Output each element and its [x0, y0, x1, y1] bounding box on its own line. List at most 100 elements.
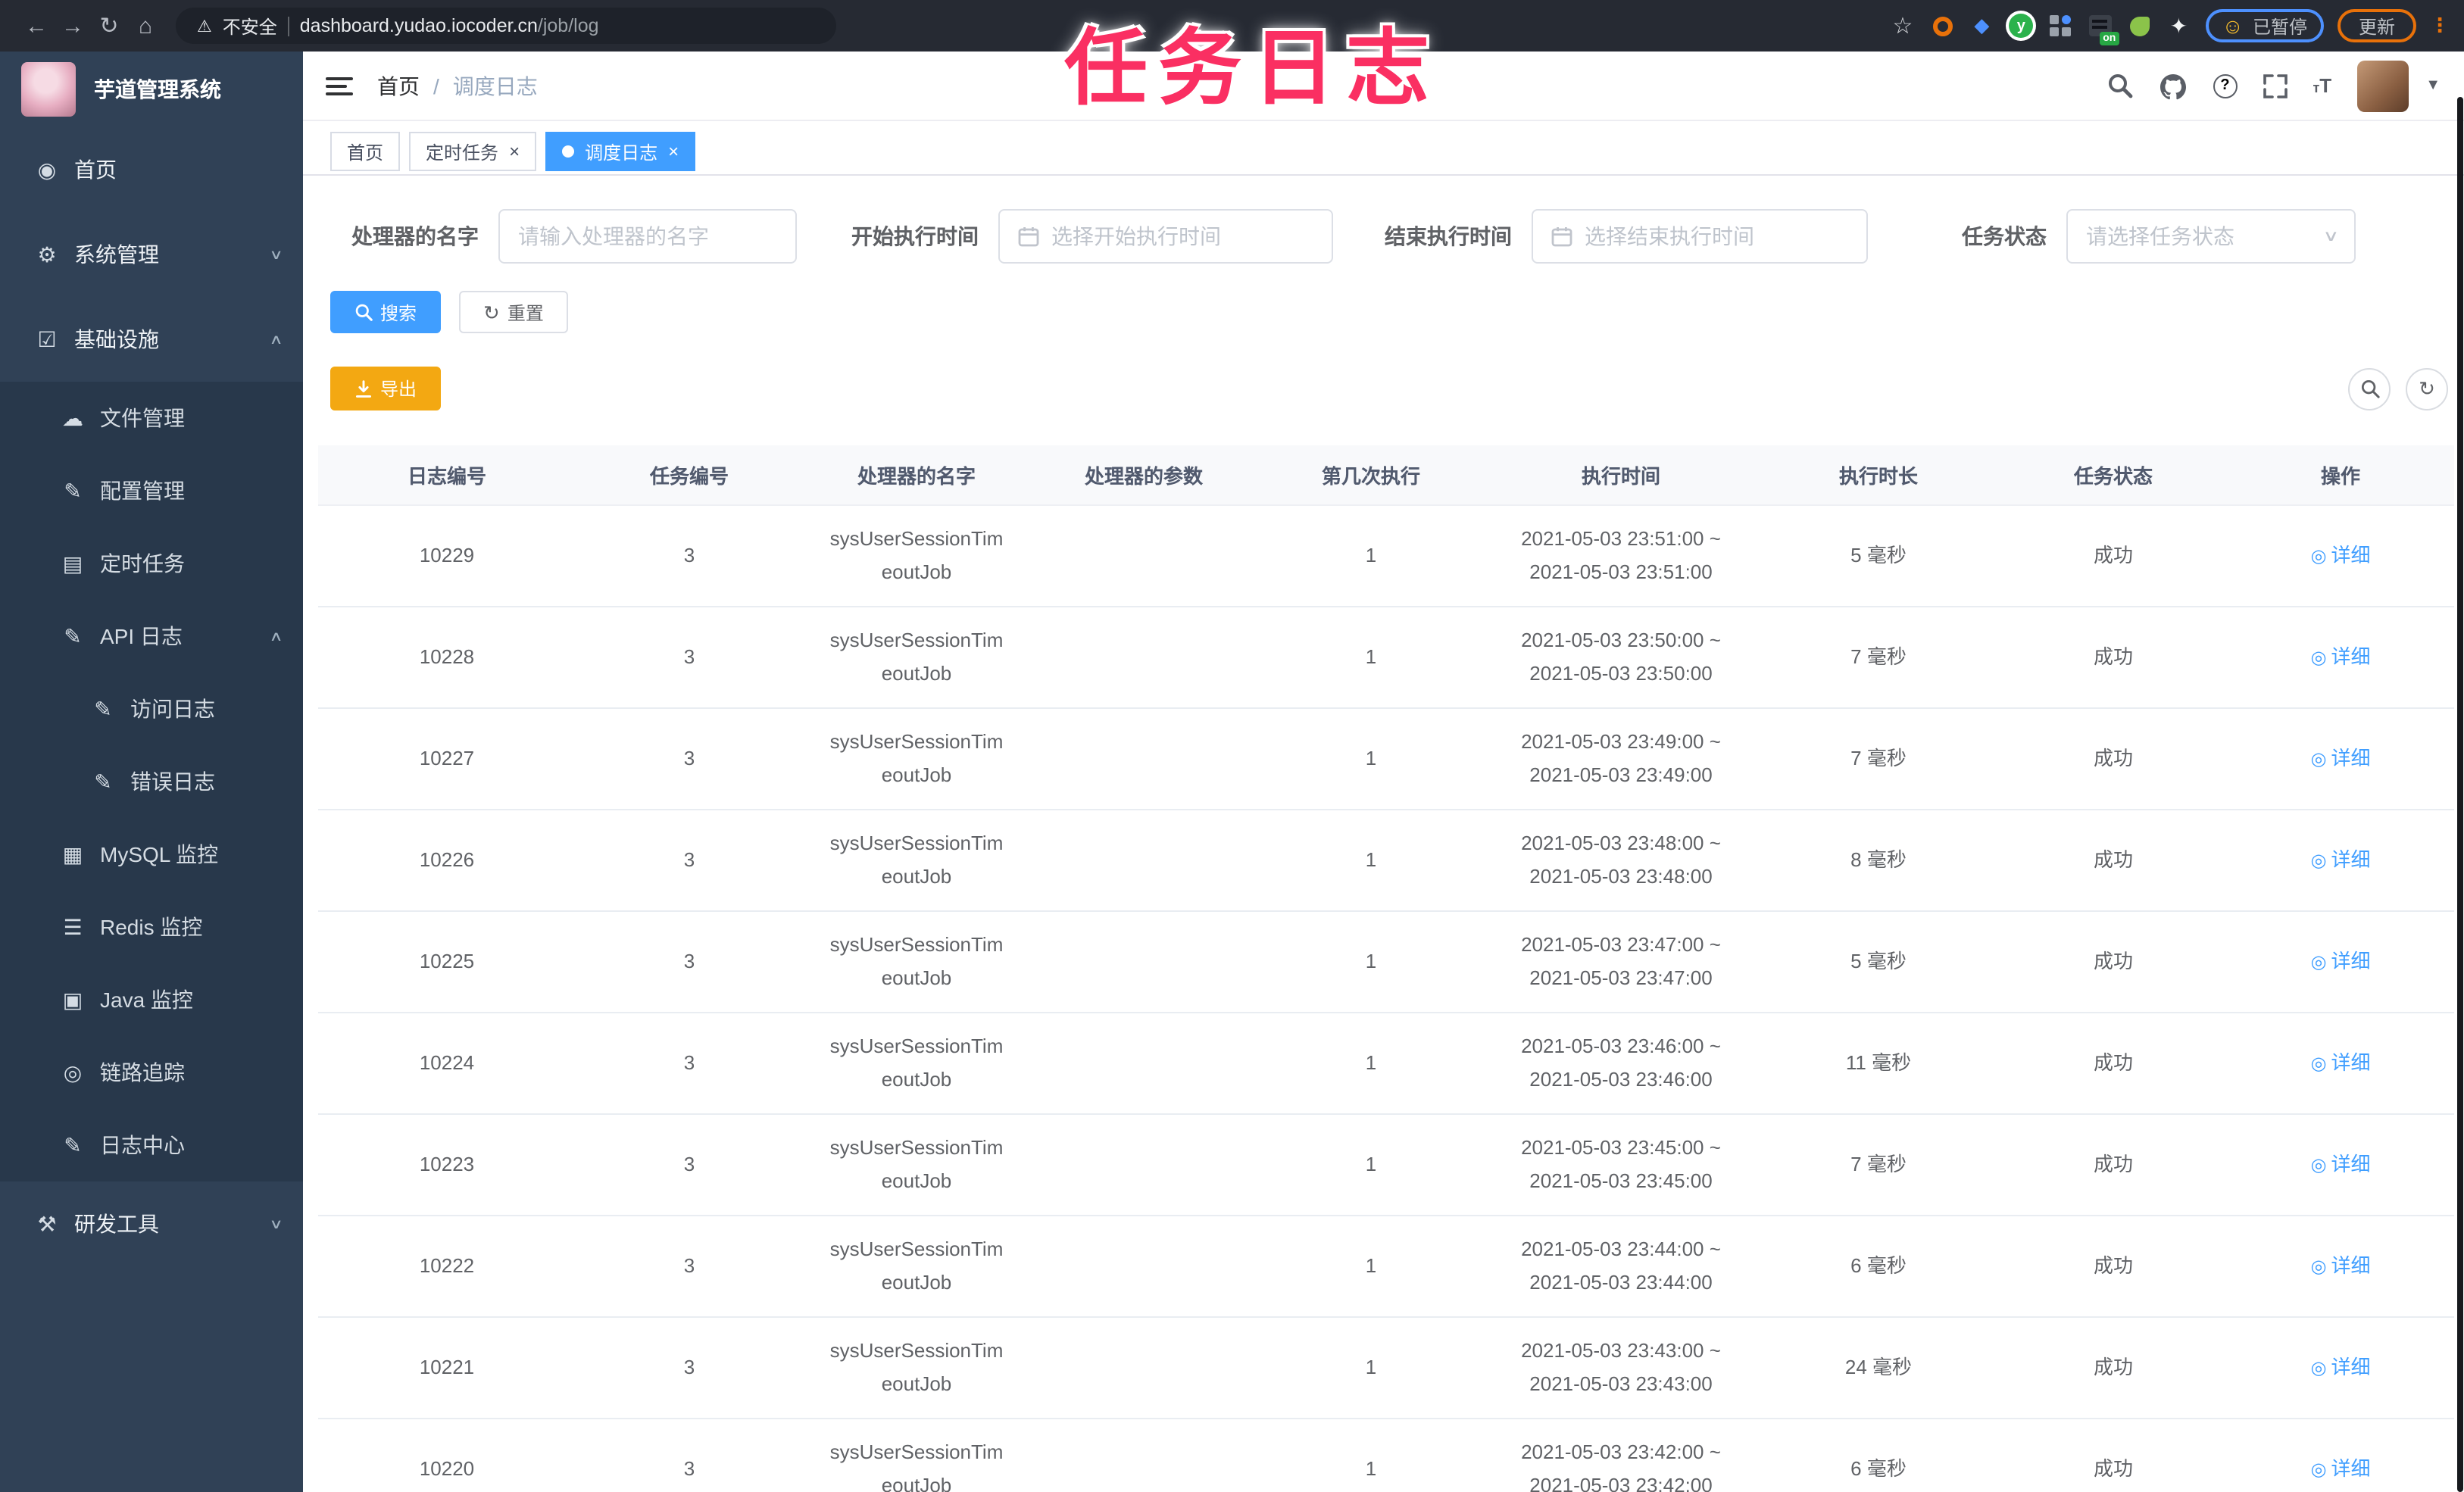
table-row: 10221 3 sysUserSessionTim eoutJob 1 2021-05-… — [318, 1318, 2454, 1419]
extension-grid-icon[interactable] — [2047, 13, 2073, 39]
screen-icon: ▣ — [62, 987, 83, 1011]
sidebar-item[interactable]: ⚙ 系统管理 ∨ — [0, 212, 303, 297]
tab-item[interactable]: 定时任务 × — [409, 132, 537, 171]
eye-icon: ◎ — [2310, 1255, 2327, 1277]
sidebar-item[interactable]: ◉ 首页 — [0, 127, 303, 212]
browser-update-button[interactable]: 更新 — [2337, 9, 2416, 42]
cell-exec-count: 1 — [1365, 1152, 1377, 1175]
detail-link[interactable]: ◎ 详细 — [2311, 742, 2371, 776]
edit-icon: ✎ — [94, 696, 112, 720]
detail-link[interactable]: ◎ 详细 — [2311, 1351, 2371, 1384]
paused-badge[interactable]: ☺ 已暂停 — [2205, 9, 2324, 42]
extension-on-icon[interactable]: on — [2087, 13, 2119, 45]
search-icon[interactable] — [2106, 73, 2132, 98]
export-button[interactable]: 导出 — [330, 367, 442, 410]
sidebar-item[interactable]: ☁ 文件管理 — [0, 382, 303, 454]
breadcrumb-separator: / — [433, 73, 439, 98]
user-avatar[interactable] — [2357, 60, 2409, 111]
sidebar-item[interactable]: ◎ 链路追踪 — [0, 1036, 303, 1109]
caret-down-icon[interactable]: ▼ — [2425, 77, 2441, 94]
refresh-table-button[interactable]: ↻ — [2406, 367, 2448, 410]
toggle-search-button[interactable] — [2348, 367, 2391, 410]
cell-exec-duration: 11 毫秒 — [1845, 1050, 1912, 1074]
job-log-table: 日志编号 任务编号 处理器的名字 处理器的参数 第几次执行 执行时间 执行时长 任务状态 操作 1… — [318, 445, 2454, 1492]
sidebar-item[interactable]: ✎ 访问日志 — [0, 673, 303, 745]
table-row: 10226 3 sysUserSessionTim eoutJob 1 2021-05-… — [318, 810, 2454, 912]
detail-link-label: 详细 — [2331, 1254, 2371, 1278]
hamburger-icon[interactable] — [326, 76, 353, 95]
extension-leaf-icon[interactable] — [2126, 13, 2152, 39]
calendar-icon — [1018, 226, 1039, 247]
sidebar-item[interactable]: ✎ 日志中心 — [0, 1109, 303, 1181]
detail-link[interactable]: ◎ 详细 — [2311, 945, 2371, 979]
sidebar-item[interactable]: ☰ Redis 监控 — [0, 891, 303, 963]
tab-close-icon[interactable]: × — [668, 142, 679, 161]
task-status-select[interactable]: 请选择任务状态 ∨ — [2066, 209, 2356, 264]
sidebar-item[interactable]: ☑ 基础设施 ∧ — [0, 297, 303, 382]
help-icon[interactable]: ? — [2213, 73, 2238, 98]
github-icon[interactable] — [2158, 72, 2187, 99]
extensions-puzzle-icon[interactable]: ✦ — [2166, 13, 2191, 39]
detail-link[interactable]: ◎ 详细 — [2311, 641, 2371, 674]
sidebar-menu: ◉ 首页 ⚙ 系统管理 ∨ ☑ 基础设施 ∧ ☁ 文件管理 ✎ 配置管理 ▤ 定时任务 ✎ API 日志 ∧ ✎ 访… — [0, 127, 303, 1266]
tab-close-icon[interactable]: × — [509, 142, 520, 161]
sidebar-item-label: 研发工具 — [74, 1212, 159, 1236]
browser-back-icon[interactable]: ← — [18, 13, 55, 39]
address-bar[interactable]: ⚠ 不安全 dashboard.yudao.iocoder.cn/job/log — [176, 8, 836, 44]
cell-handler-name: sysUserSessionTim eoutJob — [829, 1440, 1004, 1492]
sidebar-item[interactable]: ▤ 定时任务 — [0, 527, 303, 600]
sidebar-item[interactable]: ✎ 错误日志 — [0, 745, 303, 818]
browser-forward-icon[interactable]: → — [55, 13, 91, 39]
font-size-icon[interactable]: тT — [2313, 74, 2331, 97]
page-scrollbar[interactable] — [2457, 97, 2463, 1492]
extension-orange-icon[interactable] — [1929, 13, 1955, 39]
cell-operations: ◎ 详细 — [2227, 945, 2454, 979]
text-input[interactable] — [518, 224, 777, 248]
detail-link[interactable]: ◎ 详细 — [2311, 1250, 2371, 1283]
detail-link-label: 详细 — [2331, 1153, 2371, 1176]
chevron-down-icon: ∨ — [2322, 228, 2339, 245]
sidebar-item-label: MySQL 监控 — [100, 842, 219, 866]
eye-icon: ◎ — [2310, 545, 2327, 567]
reset-button-label: 重置 — [507, 302, 544, 323]
detail-link[interactable]: ◎ 详细 — [2311, 1453, 2371, 1486]
sidebar-item[interactable]: ▣ Java 监控 — [0, 963, 303, 1036]
eye-icon: ◎ — [2310, 950, 2327, 972]
browser-menu-icon[interactable]: ⋮ — [2430, 14, 2450, 38]
edit-icon: ✎ — [64, 623, 82, 648]
extension-green-y-icon[interactable]: y — [2008, 13, 2034, 39]
app-logo-row[interactable]: 芋道管理系统 — [0, 52, 303, 127]
extension-gem-icon[interactable]: ◆ — [1969, 13, 1994, 39]
cell-exec-count: 1 — [1365, 645, 1377, 668]
detail-link[interactable]: ◎ 详细 — [2311, 539, 2371, 573]
browser-reload-icon[interactable]: ↻ — [91, 12, 127, 39]
detail-link[interactable]: ◎ 详细 — [2311, 844, 2371, 877]
reset-button[interactable]: ↻ 重置 — [459, 291, 568, 333]
detail-link[interactable]: ◎ 详细 — [2311, 1047, 2371, 1080]
sidebar-item[interactable]: ✎ API 日志 ∧ — [0, 600, 303, 673]
cell-task-id: 3 — [683, 949, 695, 972]
cell-log-id: 10221 — [419, 1355, 475, 1378]
sidebar-item[interactable]: ✎ 配置管理 — [0, 454, 303, 527]
tab-active[interactable]: 调度日志 × — [545, 132, 696, 171]
tab-item[interactable]: 首页 — [330, 132, 401, 171]
url-path: /job/log — [537, 15, 599, 36]
cell-exec-time: 2021-05-03 23:51:00 ~ 2021-05-03 23:51:0… — [1521, 526, 1721, 583]
datetime-picker-input[interactable]: 选择开始执行时间 — [998, 209, 1333, 264]
breadcrumb-home[interactable]: 首页 — [377, 70, 420, 101]
handler-name-input[interactable] — [498, 209, 797, 264]
table-row: 10225 3 sysUserSessionTim eoutJob 1 2021-05-… — [318, 912, 2454, 1013]
search-button[interactable]: 搜索 — [330, 291, 442, 333]
filter-item: 任务状态 请选择任务状态 ∨ — [1962, 209, 2356, 264]
bookmark-star-icon[interactable]: ☆ — [1892, 12, 1913, 39]
sidebar-item-label: API 日志 — [100, 624, 183, 648]
cell-exec-time: 2021-05-03 23:42:00 ~ 2021-05-03 23:42:0… — [1521, 1440, 1721, 1492]
sidebar-item[interactable]: ▦ MySQL 监控 — [0, 818, 303, 891]
browser-home-icon[interactable]: ⌂ — [127, 13, 164, 39]
datetime-picker-input[interactable]: 选择结束执行时间 — [1532, 209, 1868, 264]
fullscreen-icon[interactable] — [2263, 73, 2288, 98]
sidebar-item[interactable]: ⚒ 研发工具 ∨ — [0, 1181, 303, 1266]
eye-icon: ◎ — [2310, 1052, 2327, 1074]
cell-handler-name: sysUserSessionTim eoutJob — [829, 932, 1004, 989]
detail-link[interactable]: ◎ 详细 — [2311, 1148, 2371, 1181]
